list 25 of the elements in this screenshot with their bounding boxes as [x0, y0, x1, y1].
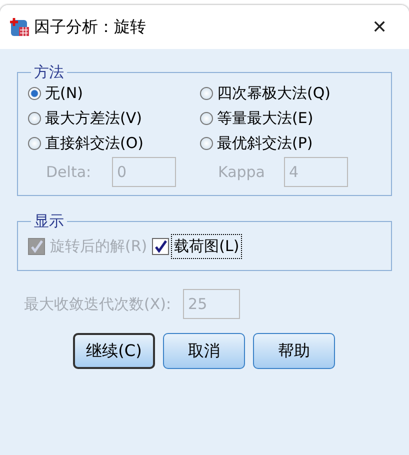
window-title: 因子分析：旋转: [34, 16, 147, 38]
radio-button[interactable]: [200, 87, 213, 100]
field-label: Kappa: [218, 163, 266, 181]
checkbox[interactable]: [152, 238, 170, 255]
field-label: Delta:: [46, 163, 92, 181]
radio-button[interactable]: [28, 87, 41, 100]
radio-label[interactable]: 最大方差法(V): [45, 109, 142, 128]
app-icon: [10, 17, 30, 37]
checkbox-label[interactable]: 载荷图(L): [172, 235, 242, 258]
radio-button[interactable]: [28, 137, 41, 150]
dialog-button[interactable]: 帮助: [253, 333, 335, 369]
radio-button[interactable]: [200, 137, 213, 150]
radio-label[interactable]: 直接斜交法(O): [45, 134, 144, 153]
field-label: 最大收敛迭代次数(X):: [24, 294, 172, 314]
group-title: 显示: [33, 212, 65, 231]
radio-label[interactable]: 最优斜交法(P): [217, 134, 313, 153]
dialog-button[interactable]: 继续(C): [73, 333, 155, 369]
close-button[interactable]: ✕: [366, 12, 393, 42]
radio-button[interactable]: [200, 112, 213, 125]
group-title: 方法: [33, 63, 65, 82]
radio-label[interactable]: 无(N): [45, 84, 83, 103]
radio-label[interactable]: 四次幂极大法(Q): [217, 84, 331, 103]
radio-button[interactable]: [28, 112, 41, 125]
dialog-button[interactable]: 取消: [163, 333, 245, 369]
radio-label[interactable]: 等量最大法(E): [217, 109, 314, 128]
